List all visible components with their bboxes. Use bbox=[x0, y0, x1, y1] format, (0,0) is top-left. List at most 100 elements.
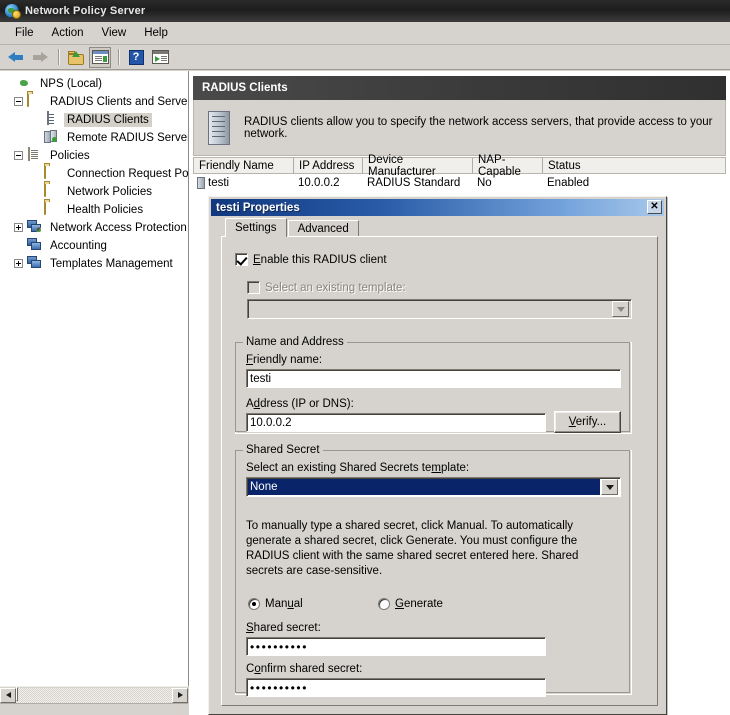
back-button[interactable] bbox=[5, 47, 27, 68]
up-one-level-button[interactable] bbox=[65, 47, 87, 68]
expander-minus-icon[interactable] bbox=[14, 97, 23, 106]
tree-item-label: NPS (Local) bbox=[40, 77, 102, 90]
tab-panel-settings: Enable this RADIUS client Select an exis… bbox=[221, 236, 658, 706]
tree-item-radius-clients-and-servers[interactable]: RADIUS Clients and Servers bbox=[14, 92, 189, 111]
manual-radio-row[interactable]: Manual bbox=[248, 598, 303, 610]
show-hide-console-tree-button[interactable] bbox=[89, 46, 111, 68]
folder-icon bbox=[44, 201, 60, 217]
column-header-nap-capable[interactable]: NAP-Capable bbox=[473, 154, 543, 178]
show-hide-action-pane-icon bbox=[151, 50, 169, 64]
console-tree[interactable]: NPS (Local) RADIUS Clients and Servers R… bbox=[0, 71, 189, 686]
scroll-left-button[interactable] bbox=[0, 687, 16, 703]
expander-minus-icon[interactable] bbox=[14, 151, 23, 160]
chevron-down-icon bbox=[612, 301, 629, 317]
menu-item-help[interactable]: Help bbox=[135, 25, 177, 41]
window-title: Network Policy Server bbox=[25, 5, 146, 17]
listview-header: Friendly Name IP Address Device Manufact… bbox=[193, 154, 726, 178]
expander-none-icon bbox=[14, 241, 23, 250]
folder-icon bbox=[44, 165, 60, 181]
toolbar: ? bbox=[0, 45, 730, 70]
chevron-down-icon[interactable] bbox=[601, 479, 618, 495]
window-titlebar: Network Policy Server bbox=[0, 0, 730, 22]
tree-item-connection-request-policies[interactable]: Connection Request Polici bbox=[44, 164, 188, 183]
shared-secret-input[interactable]: •••••••••• bbox=[246, 637, 546, 656]
menu-item-view[interactable]: View bbox=[93, 25, 136, 41]
tree-item-label: Templates Management bbox=[50, 257, 173, 270]
table-row[interactable]: testi 10.0.0.2 RADIUS Standard No Enable… bbox=[193, 174, 726, 191]
help-icon: ? bbox=[128, 49, 144, 65]
forward-button[interactable] bbox=[29, 47, 51, 68]
scrollbar-track[interactable] bbox=[16, 686, 172, 703]
tree-item-remote-radius-server-groups[interactable]: Remote RADIUS Server G bbox=[44, 128, 188, 147]
address-value: 10.0.0.2 bbox=[250, 416, 292, 429]
cell-ip-address: 10.0.0.2 bbox=[298, 176, 340, 189]
show-hide-console-tree-icon bbox=[91, 50, 109, 64]
scroll-right-button[interactable] bbox=[172, 687, 188, 703]
up-one-level-icon bbox=[67, 50, 85, 65]
cell-friendly-name: testi bbox=[208, 176, 230, 189]
cell-nap-capable: No bbox=[477, 176, 492, 189]
scroll-right-icon bbox=[177, 692, 183, 698]
nps-globe-icon bbox=[4, 3, 21, 19]
select-template-row: Select an existing template: bbox=[247, 281, 406, 294]
tab-settings[interactable]: Settings bbox=[225, 218, 287, 237]
column-header-ip-address[interactable]: IP Address bbox=[294, 158, 363, 173]
shared-secret-group-label: Shared Secret bbox=[243, 444, 323, 456]
monitor-icon bbox=[27, 238, 43, 253]
generate-radio-label: Generate bbox=[395, 598, 443, 610]
column-header-device-manufacturer[interactable]: Device Manufacturer bbox=[363, 154, 473, 178]
expander-plus-icon[interactable] bbox=[14, 223, 23, 232]
tree-horizontal-scrollbar[interactable] bbox=[0, 686, 188, 703]
document-icon bbox=[27, 147, 43, 163]
tree-item-label: Policies bbox=[50, 149, 90, 162]
verify-button[interactable]: Verify... bbox=[554, 411, 621, 433]
address-input[interactable]: 10.0.0.2 bbox=[246, 413, 546, 432]
enable-radius-client-row[interactable]: Enable this RADIUS client bbox=[235, 253, 387, 266]
verify-button-label: Verify... bbox=[568, 416, 607, 428]
tree-item-label: Network Access Protection bbox=[50, 221, 187, 234]
nps-application-window: Network Policy Server File Action View H… bbox=[0, 0, 730, 715]
monitor-check-icon bbox=[27, 220, 43, 235]
tree-item-network-policies[interactable]: Network Policies bbox=[44, 182, 155, 201]
close-button[interactable]: ✕ bbox=[647, 200, 662, 214]
friendly-name-input[interactable]: testi bbox=[246, 369, 621, 388]
column-header-friendly-name[interactable]: Friendly Name bbox=[194, 158, 294, 173]
tree-item-label: RADIUS Clients and Servers bbox=[50, 95, 189, 108]
tree-item-network-access-protection[interactable]: Network Access Protection bbox=[14, 218, 188, 237]
scrollbar-thumb[interactable] bbox=[16, 686, 18, 701]
manual-radio-label: Manual bbox=[265, 598, 303, 610]
cell-status: Enabled bbox=[547, 176, 590, 189]
dialog-titlebar[interactable]: testi Properties ✕ bbox=[211, 199, 664, 216]
dialog-body: Settings Advanced Enable this RADIUS cli… bbox=[211, 218, 664, 712]
enable-radius-client-checkbox[interactable] bbox=[235, 253, 248, 266]
expander-plus-icon[interactable] bbox=[14, 259, 23, 268]
forward-icon bbox=[32, 51, 48, 63]
manual-radio[interactable] bbox=[248, 598, 260, 610]
shared-secrets-template-dropdown[interactable]: None bbox=[246, 477, 621, 497]
help-button[interactable]: ? bbox=[125, 47, 147, 68]
cell-device-manufacturer: RADIUS Standard bbox=[367, 176, 461, 189]
server-icon bbox=[208, 110, 230, 145]
friendly-name-value: testi bbox=[250, 372, 272, 385]
shared-secret-label: Shared secret: bbox=[246, 622, 321, 634]
tree-item-nps-local[interactable]: NPS (Local) bbox=[4, 74, 105, 93]
menubar: File Action View Help bbox=[0, 22, 730, 45]
show-hide-action-pane-button[interactable] bbox=[149, 47, 171, 68]
tree-item-templates-management[interactable]: Templates Management bbox=[14, 254, 176, 273]
menu-item-file[interactable]: File bbox=[6, 25, 43, 41]
sidebar-item-radius-clients[interactable]: RADIUS Clients bbox=[44, 110, 152, 129]
toolbar-separator-1 bbox=[58, 49, 60, 65]
column-header-status[interactable]: Status bbox=[543, 158, 725, 173]
menu-item-action[interactable]: Action bbox=[43, 25, 93, 41]
generate-radio[interactable] bbox=[378, 598, 390, 610]
tab-advanced[interactable]: Advanced bbox=[287, 220, 359, 237]
generate-radio-row[interactable]: Generate bbox=[378, 598, 443, 610]
confirm-shared-secret-value: •••••••••• bbox=[250, 680, 309, 695]
tree-item-policies[interactable]: Policies bbox=[14, 146, 93, 165]
tree-item-health-policies[interactable]: Health Policies bbox=[44, 200, 146, 219]
content-description-panel: RADIUS clients allow you to specify the … bbox=[193, 100, 726, 156]
confirm-shared-secret-input[interactable]: •••••••••• bbox=[246, 678, 546, 697]
tree-item-accounting[interactable]: Accounting bbox=[14, 236, 110, 255]
tree-item-label: Accounting bbox=[50, 239, 107, 252]
tree-item-label: Health Policies bbox=[67, 203, 144, 216]
